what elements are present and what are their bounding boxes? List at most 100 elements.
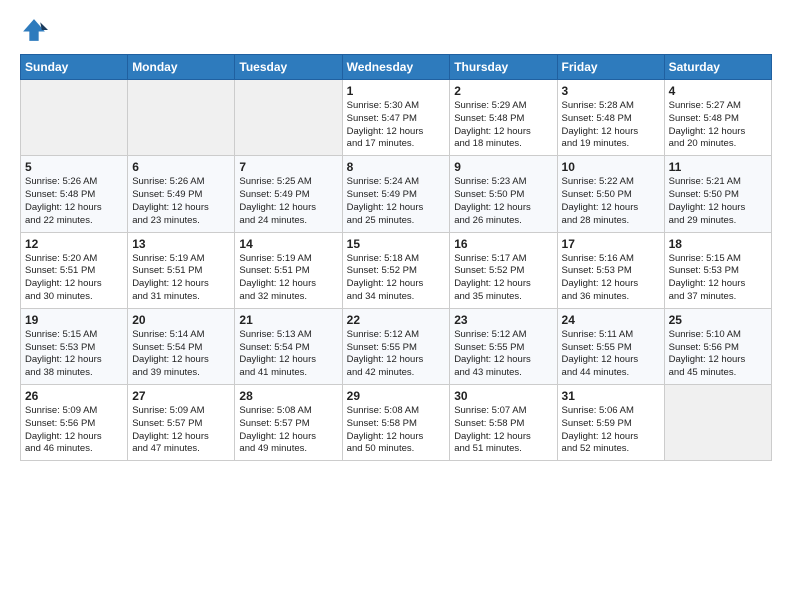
cell-content: Sunrise: 5:26 AM Sunset: 5:48 PM Dayligh… — [25, 176, 123, 227]
day-number: 21 — [239, 313, 337, 327]
day-number: 7 — [239, 160, 337, 174]
calendar-week-2: 5 Sunrise: 5:26 AM Sunset: 5:48 PM Daylig… — [21, 156, 772, 232]
calendar-cell: 25Sunrise: 5:10 AM Sunset: 5:56 PM Dayli… — [664, 308, 771, 384]
calendar-cell: 4Sunrise: 5:27 AM Sunset: 5:48 PM Daylig… — [664, 80, 771, 156]
day-number: 18 — [669, 237, 767, 251]
cell-content: Sunrise: 5:06 AM Sunset: 5:59 PM Dayligh… — [562, 405, 660, 456]
calendar-cell: 9 Sunrise: 5:23 AM Sunset: 5:50 PM Daylig… — [450, 156, 557, 232]
calendar-cell: 29 Sunrise: 5:08 AM Sunset: 5:58 PM Dayli… — [342, 385, 450, 461]
day-number: 17 — [562, 237, 660, 251]
calendar-cell: 26 Sunrise: 5:09 AM Sunset: 5:56 PM Dayli… — [21, 385, 128, 461]
calendar-cell: 16 Sunrise: 5:17 AM Sunset: 5:52 PM Dayli… — [450, 232, 557, 308]
day-number: 24 — [562, 313, 660, 327]
day-header-saturday: Saturday — [664, 55, 771, 80]
day-number: 19 — [25, 313, 123, 327]
calendar-cell: 19 Sunrise: 5:15 AM Sunset: 5:53 PM Dayli… — [21, 308, 128, 384]
calendar-cell: 8Sunrise: 5:24 AM Sunset: 5:49 PM Daylig… — [342, 156, 450, 232]
day-number: 27 — [132, 389, 230, 403]
cell-content: Sunrise: 5:16 AM Sunset: 5:53 PM Dayligh… — [562, 253, 660, 304]
calendar-cell: 20 Sunrise: 5:14 AM Sunset: 5:54 PM Dayli… — [128, 308, 235, 384]
calendar-cell: 1Sunrise: 5:30 AM Sunset: 5:47 PM Daylig… — [342, 80, 450, 156]
day-header-sunday: Sunday — [21, 55, 128, 80]
day-number: 13 — [132, 237, 230, 251]
cell-content: Sunrise: 5:07 AM Sunset: 5:58 PM Dayligh… — [454, 405, 552, 456]
cell-content: Sunrise: 5:19 AM Sunset: 5:51 PM Dayligh… — [132, 253, 230, 304]
day-number: 16 — [454, 237, 552, 251]
day-number: 30 — [454, 389, 552, 403]
calendar-header-row: SundayMondayTuesdayWednesdayThursdayFrid… — [21, 55, 772, 80]
day-number: 9 — [454, 160, 552, 174]
day-number: 6 — [132, 160, 230, 174]
day-number: 28 — [239, 389, 337, 403]
day-number: 8 — [347, 160, 446, 174]
calendar-cell: 23 Sunrise: 5:12 AM Sunset: 5:55 PM Dayli… — [450, 308, 557, 384]
calendar-cell: 14 Sunrise: 5:19 AM Sunset: 5:51 PM Dayli… — [235, 232, 342, 308]
day-number: 26 — [25, 389, 123, 403]
day-number: 15 — [347, 237, 446, 251]
day-number: 11 — [669, 160, 767, 174]
header — [20, 16, 772, 44]
cell-content: Sunrise: 5:28 AM Sunset: 5:48 PM Dayligh… — [562, 100, 660, 151]
cell-content: Sunrise: 5:08 AM Sunset: 5:57 PM Dayligh… — [239, 405, 337, 456]
day-header-wednesday: Wednesday — [342, 55, 450, 80]
calendar-cell: 18Sunrise: 5:15 AM Sunset: 5:53 PM Dayli… — [664, 232, 771, 308]
calendar-cell: 6 Sunrise: 5:26 AM Sunset: 5:49 PM Daylig… — [128, 156, 235, 232]
day-number: 22 — [347, 313, 446, 327]
day-number: 29 — [347, 389, 446, 403]
cell-content: Sunrise: 5:18 AM Sunset: 5:52 PM Dayligh… — [347, 253, 446, 304]
calendar-cell: 10 Sunrise: 5:22 AM Sunset: 5:50 PM Dayli… — [557, 156, 664, 232]
calendar: SundayMondayTuesdayWednesdayThursdayFrid… — [20, 54, 772, 461]
day-number: 12 — [25, 237, 123, 251]
calendar-week-1: 1Sunrise: 5:30 AM Sunset: 5:47 PM Daylig… — [21, 80, 772, 156]
day-number: 3 — [562, 84, 660, 98]
calendar-cell: 2 Sunrise: 5:29 AM Sunset: 5:48 PM Daylig… — [450, 80, 557, 156]
calendar-week-5: 26 Sunrise: 5:09 AM Sunset: 5:56 PM Dayli… — [21, 385, 772, 461]
day-number: 20 — [132, 313, 230, 327]
calendar-cell: 27 Sunrise: 5:09 AM Sunset: 5:57 PM Dayli… — [128, 385, 235, 461]
calendar-cell: 31Sunrise: 5:06 AM Sunset: 5:59 PM Dayli… — [557, 385, 664, 461]
day-number: 10 — [562, 160, 660, 174]
calendar-week-4: 19 Sunrise: 5:15 AM Sunset: 5:53 PM Dayli… — [21, 308, 772, 384]
cell-content: Sunrise: 5:13 AM Sunset: 5:54 PM Dayligh… — [239, 329, 337, 380]
day-number: 5 — [25, 160, 123, 174]
day-header-tuesday: Tuesday — [235, 55, 342, 80]
cell-content: Sunrise: 5:09 AM Sunset: 5:57 PM Dayligh… — [132, 405, 230, 456]
cell-content: Sunrise: 5:22 AM Sunset: 5:50 PM Dayligh… — [562, 176, 660, 227]
cell-content: Sunrise: 5:12 AM Sunset: 5:55 PM Dayligh… — [454, 329, 552, 380]
day-header-thursday: Thursday — [450, 55, 557, 80]
calendar-cell: 13 Sunrise: 5:19 AM Sunset: 5:51 PM Dayli… — [128, 232, 235, 308]
cell-content: Sunrise: 5:08 AM Sunset: 5:58 PM Dayligh… — [347, 405, 446, 456]
day-number: 23 — [454, 313, 552, 327]
calendar-cell — [235, 80, 342, 156]
calendar-cell — [128, 80, 235, 156]
calendar-week-3: 12 Sunrise: 5:20 AM Sunset: 5:51 PM Dayli… — [21, 232, 772, 308]
calendar-cell: 30 Sunrise: 5:07 AM Sunset: 5:58 PM Dayli… — [450, 385, 557, 461]
cell-content: Sunrise: 5:19 AM Sunset: 5:51 PM Dayligh… — [239, 253, 337, 304]
day-number: 2 — [454, 84, 552, 98]
cell-content: Sunrise: 5:12 AM Sunset: 5:55 PM Dayligh… — [347, 329, 446, 380]
calendar-cell: 15 Sunrise: 5:18 AM Sunset: 5:52 PM Dayli… — [342, 232, 450, 308]
day-number: 14 — [239, 237, 337, 251]
calendar-cell: 5 Sunrise: 5:26 AM Sunset: 5:48 PM Daylig… — [21, 156, 128, 232]
cell-content: Sunrise: 5:21 AM Sunset: 5:50 PM Dayligh… — [669, 176, 767, 227]
cell-content: Sunrise: 5:11 AM Sunset: 5:55 PM Dayligh… — [562, 329, 660, 380]
cell-content: Sunrise: 5:20 AM Sunset: 5:51 PM Dayligh… — [25, 253, 123, 304]
day-header-friday: Friday — [557, 55, 664, 80]
logo-icon — [20, 16, 48, 44]
day-number: 4 — [669, 84, 767, 98]
cell-content: Sunrise: 5:29 AM Sunset: 5:48 PM Dayligh… — [454, 100, 552, 151]
cell-content: Sunrise: 5:14 AM Sunset: 5:54 PM Dayligh… — [132, 329, 230, 380]
calendar-cell: 28 Sunrise: 5:08 AM Sunset: 5:57 PM Dayli… — [235, 385, 342, 461]
day-number: 25 — [669, 313, 767, 327]
cell-content: Sunrise: 5:09 AM Sunset: 5:56 PM Dayligh… — [25, 405, 123, 456]
calendar-cell: 7Sunrise: 5:25 AM Sunset: 5:49 PM Daylig… — [235, 156, 342, 232]
cell-content: Sunrise: 5:17 AM Sunset: 5:52 PM Dayligh… — [454, 253, 552, 304]
calendar-cell — [21, 80, 128, 156]
calendar-cell: 17 Sunrise: 5:16 AM Sunset: 5:53 PM Dayli… — [557, 232, 664, 308]
calendar-cell: 24 Sunrise: 5:11 AM Sunset: 5:55 PM Dayli… — [557, 308, 664, 384]
calendar-cell: 21 Sunrise: 5:13 AM Sunset: 5:54 PM Dayli… — [235, 308, 342, 384]
logo — [20, 16, 52, 44]
cell-content: Sunrise: 5:23 AM Sunset: 5:50 PM Dayligh… — [454, 176, 552, 227]
cell-content: Sunrise: 5:26 AM Sunset: 5:49 PM Dayligh… — [132, 176, 230, 227]
cell-content: Sunrise: 5:15 AM Sunset: 5:53 PM Dayligh… — [25, 329, 123, 380]
